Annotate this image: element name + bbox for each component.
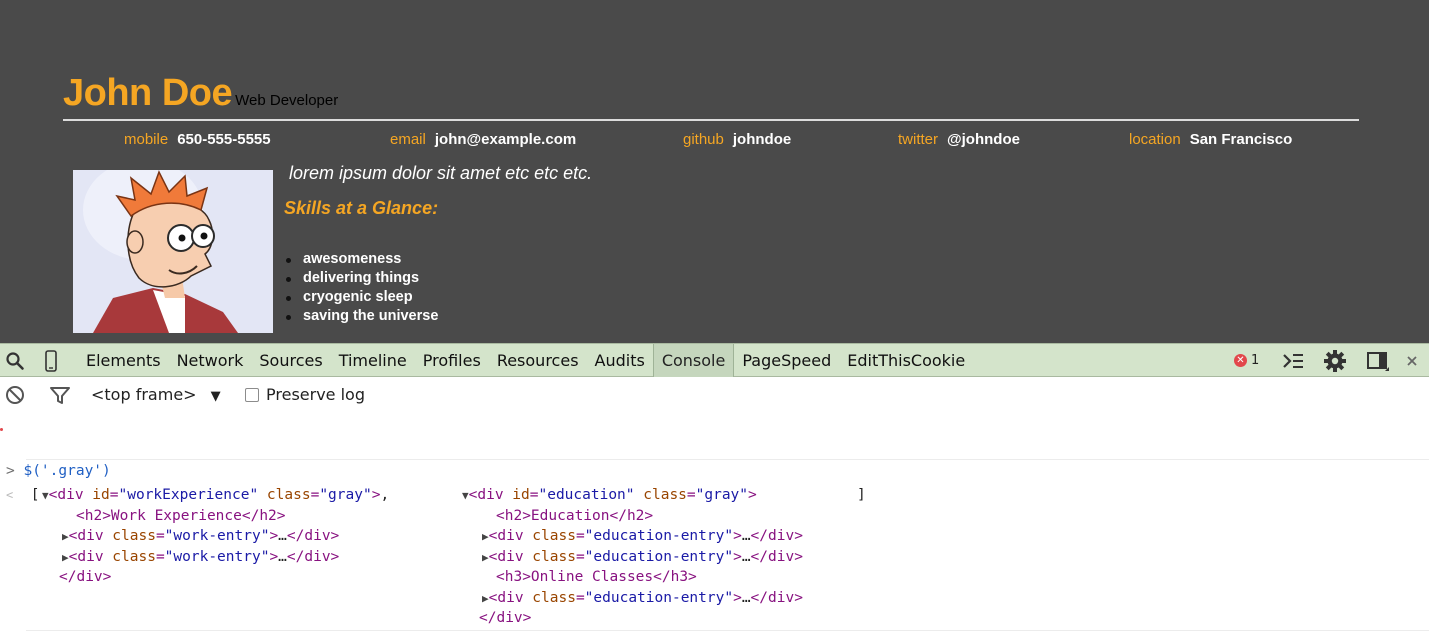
left-node-child[interactable]: ▶<div class="work-entry">…</div> <box>62 526 339 547</box>
console-separator <box>26 630 1429 631</box>
preserve-log-toggle[interactable]: Preserve log <box>245 385 365 404</box>
right-node-child[interactable]: ▶<div class="education-entry">…</div> <box>482 588 803 609</box>
collapsed-triangle-icon[interactable]: ▶ <box>482 530 489 543</box>
dock-side-icon[interactable] <box>1364 344 1392 377</box>
header-divider <box>63 119 1359 121</box>
console-separator <box>26 459 1429 460</box>
clear-console-icon[interactable] <box>3 381 27 409</box>
left-node-close: </div> <box>59 569 112 585</box>
expanded-triangle-icon[interactable]: ▼ <box>42 489 49 502</box>
frame-selector[interactable]: <top frame> ▼ <box>91 385 221 404</box>
console-drawer-icon[interactable] <box>1280 344 1306 377</box>
tab-pagespeed[interactable]: PageSpeed <box>734 344 839 377</box>
skill-item: awesomeness <box>284 250 438 269</box>
contact-value: johndoe <box>732 131 792 148</box>
tab-resources[interactable]: Resources <box>489 344 587 377</box>
right-node-heading: <h2>Education</h2> <box>496 508 654 524</box>
profile-picture <box>73 170 273 333</box>
contact-value: 650-555-5555 <box>177 131 271 148</box>
right-node-subheading: <h3>Online Classes</h3> <box>496 569 697 585</box>
contact-label: location <box>1129 131 1181 148</box>
search-icon[interactable] <box>2 344 28 377</box>
contact-value: john@example.com <box>434 131 577 148</box>
prompt-icon: > <box>6 463 15 479</box>
left-node-heading: <h2>Work Experience</h2> <box>76 508 286 524</box>
collapsed-triangle-icon[interactable]: ▶ <box>62 551 69 564</box>
intro-text: lorem ipsum dolor sit amet etc etc etc. <box>289 163 593 183</box>
devtools-tabs: Elements Network Sources Timeline Profil… <box>78 344 973 377</box>
contact-twitter: twitter @johndoe <box>898 131 1020 148</box>
contact-mobile: mobile 650-555-5555 <box>124 131 271 148</box>
expanded-triangle-icon[interactable]: ▼ <box>462 489 469 502</box>
resume-name: John Doe <box>63 72 233 114</box>
tab-sources[interactable]: Sources <box>251 344 330 377</box>
resume-page: John Doe Web Developer mobile 650-555-5555… <box>0 0 1429 343</box>
error-count-badge[interactable]: ✕ 1 <box>1234 344 1259 377</box>
devtools-tabbar: Elements Network Sources Timeline Profil… <box>0 343 1429 377</box>
console-output: > $('.gray') < [ ▼<div id="workExperienc… <box>0 414 1429 633</box>
tab-console[interactable]: Console <box>652 344 735 377</box>
contact-label: mobile <box>124 131 169 148</box>
resume-role: Web Developer <box>235 92 339 109</box>
frame-selector-value: <top frame> <box>91 385 197 404</box>
skill-item: saving the universe <box>284 307 438 326</box>
collapsed-triangle-icon[interactable]: ▶ <box>482 592 489 605</box>
tab-timeline[interactable]: Timeline <box>331 344 415 377</box>
device-mode-icon[interactable] <box>40 344 62 377</box>
right-node-open[interactable]: ▼<div id="education" class="gray"> <box>462 485 757 506</box>
collapsed-triangle-icon[interactable]: ▶ <box>62 530 69 543</box>
left-node-child[interactable]: ▶<div class="work-entry">…</div> <box>62 547 339 568</box>
tab-profiles[interactable]: Profiles <box>415 344 489 377</box>
console-toolbar: <top frame> ▼ Preserve log <box>0 378 1429 414</box>
cartoon-portrait-icon <box>73 170 273 333</box>
skill-item: cryogenic sleep <box>284 288 438 307</box>
contact-github: github johndoe <box>683 131 791 148</box>
error-icon: ✕ <box>1234 354 1247 367</box>
error-count: 1 <box>1251 353 1260 368</box>
tab-elements[interactable]: Elements <box>78 344 169 377</box>
contact-value: San Francisco <box>1189 131 1293 148</box>
skills-list: awesomeness delivering things cryogenic … <box>284 250 438 326</box>
contact-location: location San Francisco <box>1129 131 1292 148</box>
tab-audits[interactable]: Audits <box>587 344 653 377</box>
tab-editthiscookie[interactable]: EditThisCookie <box>839 344 973 377</box>
collapsed-triangle-icon[interactable]: ▶ <box>482 551 489 564</box>
contact-label: twitter <box>898 131 939 148</box>
filter-icon[interactable] <box>48 381 72 409</box>
left-node-open[interactable]: ▼<div id="workExperience" class="gray">, <box>42 485 389 506</box>
console-command[interactable]: $('.gray') <box>23 463 110 479</box>
right-node-child[interactable]: ▶<div class="education-entry">…</div> <box>482 547 803 568</box>
console-input-line: > $('.gray') <box>6 461 111 481</box>
array-close: ] <box>857 487 866 503</box>
contact-value: @johndoe <box>947 131 1020 148</box>
settings-gear-icon[interactable] <box>1321 344 1349 377</box>
tab-network[interactable]: Network <box>169 344 252 377</box>
devtools-panel: Elements Network Sources Timeline Profil… <box>0 343 1429 633</box>
resume-header: John Doe Web Developer <box>63 72 338 115</box>
preserve-log-checkbox[interactable] <box>245 387 259 402</box>
chevron-down-icon: ▼ <box>210 389 221 404</box>
skills-heading: Skills at a Glance: <box>284 198 439 218</box>
contact-label: github <box>683 131 724 148</box>
contact-email: email john@example.com <box>390 131 576 148</box>
console-result-line: < [ <box>6 485 39 505</box>
close-icon[interactable] <box>1402 344 1422 377</box>
contact-label: email <box>390 131 426 148</box>
array-open: [ <box>30 487 40 503</box>
right-node-close: </div> <box>479 610 532 626</box>
preserve-log-label: Preserve log <box>266 385 365 404</box>
skill-item: delivering things <box>284 269 438 288</box>
error-marker <box>0 428 3 431</box>
right-node-child[interactable]: ▶<div class="education-entry">…</div> <box>482 526 803 547</box>
